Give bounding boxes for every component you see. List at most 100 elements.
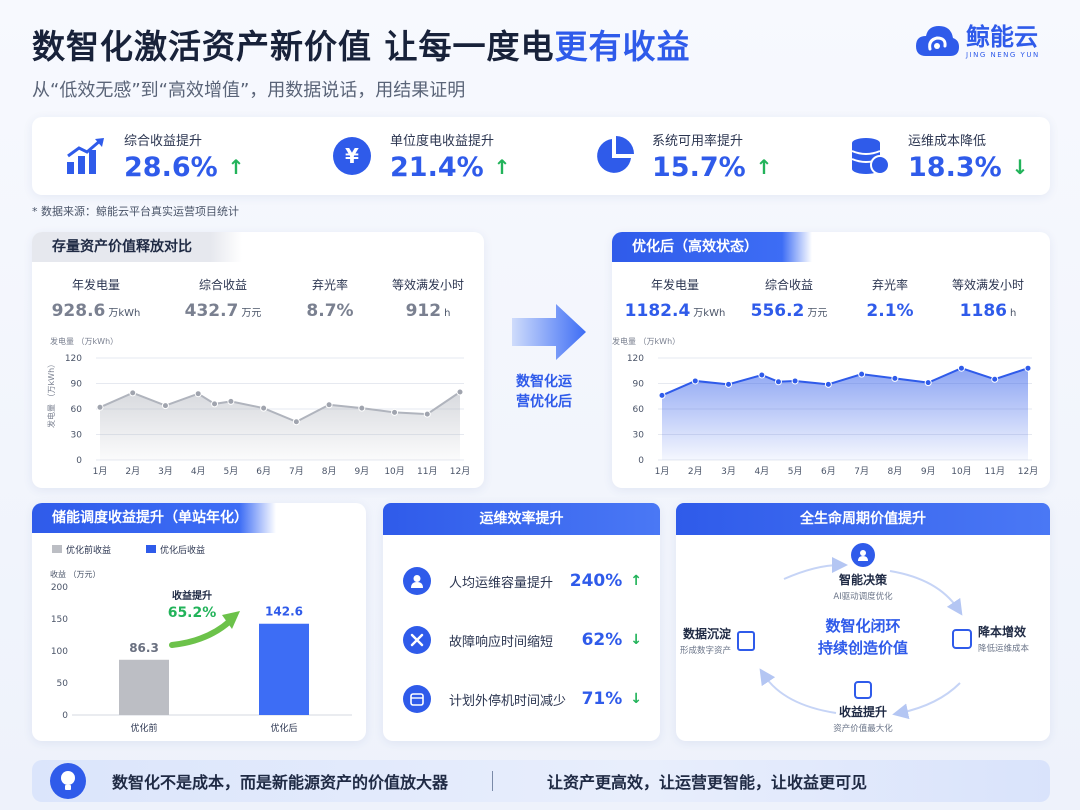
- x-tick-label: 3月: [158, 466, 173, 477]
- transition-arrow: [510, 302, 590, 362]
- x-tick-label: 5月: [788, 466, 803, 477]
- stat-value: 2.1%: [866, 301, 914, 321]
- x-tick-label: 2月: [688, 466, 703, 477]
- lifecycle-panel: 全生命周期价值提升 智能决策 AI驱动调度优化 降本增效 降低运维成本 收益提升 …: [676, 503, 1050, 741]
- brand-name: 鲸能云: [966, 23, 1038, 51]
- lifecycle-node-decision: 智能决策 AI驱动调度优化: [808, 543, 918, 602]
- lifecycle-node-revenue: 收益提升 资产价值最大化: [808, 681, 918, 734]
- y-tick-label: 200: [51, 583, 68, 593]
- calendar-icon: [403, 685, 431, 713]
- lifecycle-center-line: 数智化闭环: [825, 617, 901, 635]
- kpi-value: 21.4%: [390, 151, 484, 183]
- y-tick-label: 50: [57, 679, 69, 689]
- stat-value: 432.7: [184, 301, 239, 321]
- x-tick-label: 10月: [951, 466, 971, 477]
- y-tick-label: 90: [633, 380, 645, 390]
- y-tick-label: 60: [633, 405, 645, 415]
- stat-label: 弃光率: [871, 278, 908, 292]
- data-point: [991, 375, 999, 383]
- lifecycle-node-title: 智能决策: [838, 573, 887, 587]
- before-stat-hours: 等效满发小时 912 h: [378, 276, 478, 321]
- lifecycle-node-sub: 资产价值最大化: [833, 724, 893, 734]
- x-tick-label: 8月: [322, 466, 337, 477]
- x-tick-label: 6月: [821, 466, 836, 477]
- legend-label: 优化后收益: [160, 544, 205, 556]
- y-axis-rotated-title: 发电量 （万kWh）: [46, 360, 56, 428]
- after-stat-generation: 年发电量 1182.4 万kWh: [620, 276, 730, 321]
- stat-label: 等效满发小时: [951, 278, 1024, 292]
- transition-label-line: 营优化后: [516, 394, 572, 410]
- efficiency-label: 人均运维容量提升: [449, 575, 554, 591]
- data-source-note: * 数据来源：鲸能云平台真实运营项目统计: [32, 205, 239, 218]
- wrench-icon: [403, 626, 431, 654]
- x-tick-label: 1月: [655, 466, 670, 477]
- stat-value: 912: [405, 301, 442, 321]
- data-point: [758, 371, 766, 379]
- efficiency-label: 计划外停机时间减少: [449, 693, 567, 709]
- after-tab: 优化后（高效状态）: [612, 232, 812, 262]
- brand-logo: 鲸能云 JING NENG YUN: [914, 24, 1040, 60]
- x-tick-label: 7月: [289, 466, 304, 477]
- kpi-availability: 系统可用率提升 15.7% ↑: [592, 117, 772, 195]
- data-point: [211, 400, 219, 408]
- y-axis-title: 收益 （万元）: [50, 569, 101, 579]
- money-bag-icon: [854, 681, 872, 699]
- before-stat-curtailment: 弃光率 8.7%: [290, 276, 370, 321]
- x-tick-label: 7月: [854, 466, 869, 477]
- data-point: [791, 377, 799, 385]
- x-tick-label: 10月: [384, 466, 404, 477]
- y-axis-title: 发电量 （万kWh）: [50, 336, 118, 346]
- data-point: [691, 377, 699, 385]
- bar-value-label: 142.6: [265, 605, 303, 619]
- efficiency-row: 故障响应时间缩短 62% ↓: [403, 620, 642, 660]
- x-tick-label: 4月: [191, 466, 206, 477]
- lifecycle-center-line: 持续创造价值: [817, 639, 908, 657]
- y-tick-label: 120: [627, 354, 644, 364]
- stat-label: 弃光率: [311, 278, 348, 292]
- lifecycle-node-title: 数据沉淀: [683, 627, 732, 641]
- arrow-up-icon: ↑: [493, 155, 511, 179]
- efficiency-header: 运维效率提升: [383, 503, 660, 535]
- arrow-down-icon: ↓: [1011, 155, 1029, 179]
- data-point: [891, 374, 899, 382]
- growth-arrow: [169, 618, 233, 648]
- kpi-value: 28.6%: [124, 151, 218, 183]
- data-point: [658, 391, 666, 399]
- data-point: [1024, 364, 1032, 372]
- stat-unit: 万kWh: [108, 308, 141, 319]
- y-tick-label: 90: [71, 380, 83, 390]
- after-stat-revenue: 综合收益 556.2 万元: [736, 276, 842, 321]
- data-point: [725, 380, 733, 388]
- efficiency-value: 71%: [581, 689, 623, 709]
- before-generation-chart: 发电量 （万kWh） 发电量 （万kWh） 0 30 60 90 120 1月 2月 3月 4月 5月…: [46, 336, 470, 477]
- arrow-up-icon: ↑: [630, 573, 642, 589]
- stat-unit: h: [1009, 308, 1017, 319]
- stat-unit: 万元: [807, 308, 828, 319]
- title-main-text: 数智化激活资产新价值 让每一度电: [32, 27, 555, 66]
- bar: [119, 659, 169, 715]
- x-tick-label: 11月: [417, 466, 437, 477]
- after-stat-hours: 等效满发小时 1186 h: [938, 276, 1038, 321]
- annotation-label: 收益提升: [172, 589, 212, 602]
- stat-label: 综合收益: [764, 278, 813, 292]
- storage-revenue-chart: 优化前收益 优化后收益收益 （万元） 0 50 100 150 200 86.3 优化前 142.…: [50, 544, 352, 734]
- legend-swatch-after: [146, 545, 156, 553]
- data-point: [227, 397, 235, 405]
- stat-value: 1186: [959, 301, 1007, 321]
- big-right-arrow-icon: [512, 304, 586, 360]
- banner-right-text: 让资产更高效，让运营更智能，让收益更可见: [547, 773, 868, 792]
- data-point: [358, 404, 366, 412]
- stat-label: 等效满发小时: [391, 278, 464, 292]
- lifecycle-center: 数智化闭环 持续创造价值: [788, 615, 938, 659]
- efficiency-value: 62%: [581, 630, 623, 650]
- lifecycle-node-data: 数据沉淀 形成数字资产: [680, 625, 770, 656]
- annotation-value: 65.2%: [168, 605, 217, 621]
- bottom-banner: 数智化不是成本，而是新能源资产的价值放大器 让资产更高效，让运营更智能，让收益更…: [32, 760, 1050, 802]
- brand-pinyin: JING NENG YUN: [966, 51, 1040, 59]
- transition-label: 数智化运 营优化后: [506, 372, 582, 412]
- transition-label-line: 数智化运: [516, 374, 572, 390]
- lifecycle-header: 全生命周期价值提升: [676, 503, 1050, 535]
- x-tick-label: 6月: [256, 466, 271, 477]
- before-stat-revenue: 综合收益 432.7 万元: [168, 276, 278, 321]
- growth-chart-icon: [64, 134, 108, 178]
